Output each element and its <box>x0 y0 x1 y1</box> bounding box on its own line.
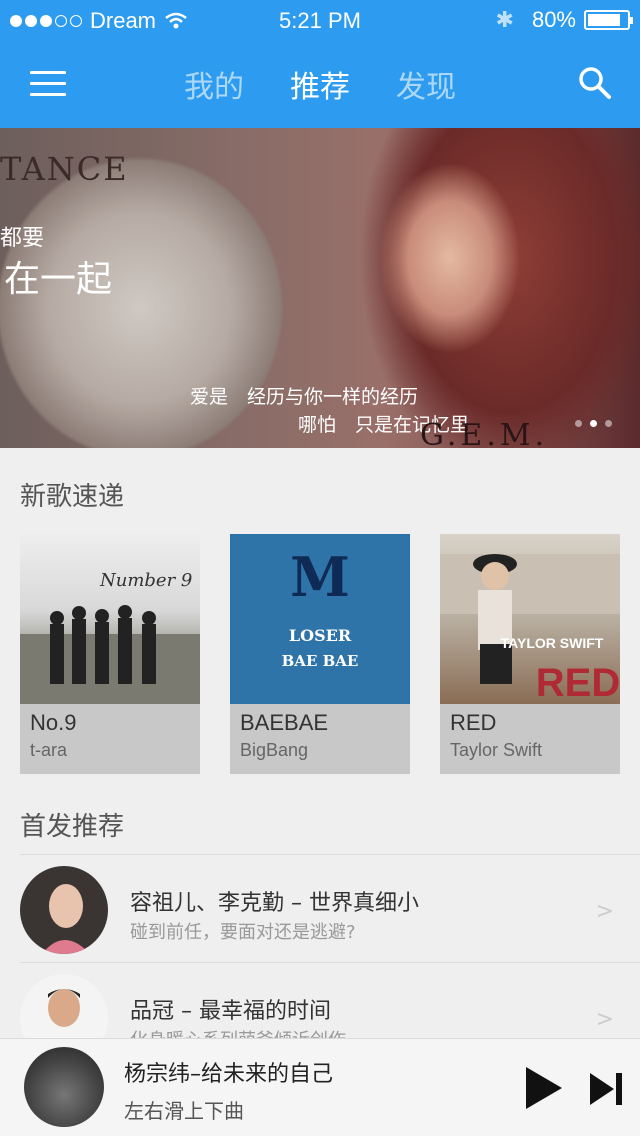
play-icon[interactable] <box>524 1065 564 1111</box>
status-right: ✱ 80% <box>495 7 633 33</box>
album-cover-art: Number 9 <box>20 570 200 704</box>
next-icon[interactable] <box>588 1071 624 1107</box>
new-songs-row: Number 9 No.9 t-ara M LOSER BAE BAE BAEB… <box>20 534 620 774</box>
list-item-title: 容祖儿、李克勤 – 世界真细小 <box>130 891 419 916</box>
hamburger-icon[interactable] <box>30 71 66 97</box>
album-cover-text: M <box>290 545 350 609</box>
pager-dot[interactable] <box>575 420 582 427</box>
banner-caption-1: 爱是 经历与你一样的经历 <box>190 386 419 408</box>
chevron-right-icon: > <box>595 899 614 924</box>
album-cover-art: TAYLOR SWIFT RED <box>440 554 620 704</box>
album-artist: Taylor Swift <box>450 740 543 760</box>
new-songs-title: 新歌速递 <box>20 482 125 512</box>
chevron-right-icon: > <box>595 1007 614 1032</box>
now-playing-bar[interactable]: 杨宗纬–给未来的自己 左右滑上下曲 <box>0 1038 640 1136</box>
battery-icon <box>584 10 633 30</box>
banner-brand-text: TANCE <box>0 150 129 188</box>
pager-dot-active[interactable] <box>590 420 597 427</box>
nav-bar: 我的 推荐 发现 <box>0 40 640 128</box>
list-item[interactable]: 容祖儿、李克勤 – 世界真细小 碰到前任，要面对还是逃避? > <box>20 854 640 962</box>
album-cover-art: M LOSER BAE BAE <box>282 545 359 670</box>
album-cover: Number 9 <box>20 534 200 704</box>
banner-line-2: 在一起 <box>4 259 113 300</box>
album-title: RED <box>450 710 497 735</box>
status-bar: Dream 5:21 PM ✱ 80% <box>0 0 640 40</box>
album-cover-line-2: BAE BAE <box>282 652 359 670</box>
promo-banner[interactable]: TANCE 都要 在一起 爱是 经历与你一样的经历 哪怕 只是在记忆里 G.E.… <box>0 128 640 448</box>
album-cover: TAYLOR SWIFT RED <box>440 534 620 704</box>
album-cover-text: TAYLOR SWIFT <box>501 635 604 651</box>
album-cover: M LOSER BAE BAE <box>230 534 410 704</box>
header: Dream 5:21 PM ✱ 80% 我的 推荐 发现 <box>0 0 640 128</box>
tab-recommend[interactable]: 推荐 <box>290 62 350 106</box>
search-icon[interactable] <box>578 66 612 100</box>
album-card[interactable]: TAYLOR SWIFT RED RED Taylor Swift <box>440 534 620 774</box>
album-title: BAEBAE <box>240 710 329 735</box>
now-playing-cover[interactable] <box>24 1047 104 1127</box>
premiere-title: 首发推荐 <box>20 812 125 842</box>
battery-percent: 80% <box>531 7 576 32</box>
now-playing-hint: 左右滑上下曲 <box>124 1099 244 1123</box>
album-card[interactable]: Number 9 No.9 t-ara <box>20 534 200 774</box>
album-card[interactable]: M LOSER BAE BAE BAEBAE BigBang <box>230 534 410 774</box>
banner-pager[interactable] <box>575 420 612 427</box>
bluetooth-icon: ✱ <box>495 7 514 32</box>
album-artist: BigBang <box>240 740 309 760</box>
album-cover-line-1: RED <box>536 661 620 704</box>
banner-line-1: 都要 <box>0 226 45 251</box>
tab-bar: 我的 推荐 发现 <box>150 62 490 106</box>
banner-signature-logo: G.E.M. <box>420 418 549 448</box>
avatar <box>20 866 108 954</box>
album-cover-text: Number 9 <box>99 570 192 591</box>
list-item-subtitle: 碰到前任，要面对还是逃避? <box>130 922 356 943</box>
list-item-title: 品冠 – 最幸福的时间 <box>130 999 331 1024</box>
tab-mine[interactable]: 我的 <box>184 62 244 106</box>
album-title: No.9 <box>30 710 77 735</box>
album-artist: t-ara <box>30 740 68 760</box>
tab-discover[interactable]: 发现 <box>396 62 456 106</box>
now-playing-song: 杨宗纬–给未来的自己 <box>124 1062 334 1087</box>
pager-dot[interactable] <box>605 420 612 427</box>
album-cover-line-1: LOSER <box>289 626 352 645</box>
